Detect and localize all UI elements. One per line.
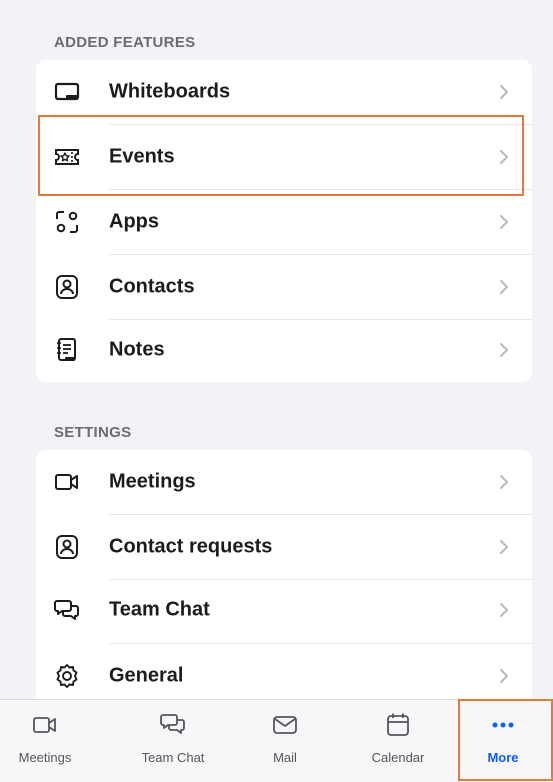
chevron-right-icon	[500, 540, 508, 554]
apps-icon	[53, 208, 81, 236]
whiteboard-icon	[53, 78, 81, 106]
ticket-icon	[53, 143, 81, 171]
mail-icon	[271, 712, 299, 738]
row-label: Meetings	[109, 470, 196, 493]
tab-meetings[interactable]: Meetings	[0, 700, 90, 782]
tab-label: Mail	[273, 750, 297, 765]
section-header-added-features: ADDED FEATURES	[54, 34, 196, 51]
row-whiteboards[interactable]: Whiteboards	[36, 60, 532, 124]
tab-more[interactable]: More	[458, 700, 548, 782]
contact-icon	[53, 273, 81, 301]
row-notes[interactable]: Notes	[36, 318, 532, 382]
chat-bubbles-icon	[159, 712, 187, 738]
chevron-right-icon	[500, 343, 508, 357]
row-label: Contact requests	[109, 535, 273, 558]
notes-icon	[53, 336, 81, 364]
tab-label: Team Chat	[141, 750, 205, 765]
row-apps[interactable]: Apps	[36, 190, 532, 254]
row-label: General	[109, 664, 184, 687]
chevron-right-icon	[500, 85, 508, 99]
row-meetings[interactable]: Meetings	[36, 450, 532, 514]
settings-group: Meetings Contact requests Team Chat Gene…	[36, 450, 532, 712]
tab-label: Calendar	[371, 750, 425, 765]
tab-team-chat[interactable]: Team Chat	[128, 700, 218, 782]
chat-bubbles-icon	[53, 596, 81, 624]
tab-calendar[interactable]: Calendar	[353, 700, 443, 782]
video-camera-icon	[53, 468, 81, 496]
bottom-tab-bar: Meetings Team Chat Mail Calendar More	[0, 699, 553, 782]
row-contact-requests[interactable]: Contact requests	[36, 515, 532, 579]
tab-label: Meetings	[18, 750, 72, 765]
row-label: Apps	[109, 210, 159, 233]
row-contacts[interactable]: Contacts	[36, 255, 532, 319]
row-label: Team Chat	[109, 598, 210, 621]
section-header-settings: SETTINGS	[54, 424, 132, 441]
row-team-chat[interactable]: Team Chat	[36, 578, 532, 642]
row-label: Whiteboards	[109, 80, 231, 103]
contact-icon	[53, 533, 81, 561]
row-label: Contacts	[109, 275, 195, 298]
video-camera-icon	[31, 712, 59, 738]
chevron-right-icon	[500, 150, 508, 164]
row-label: Events	[109, 145, 175, 168]
chevron-right-icon	[500, 603, 508, 617]
row-label: Notes	[109, 338, 165, 361]
chevron-right-icon	[500, 215, 508, 229]
row-events[interactable]: Events	[36, 125, 532, 189]
more-dots-icon	[489, 712, 517, 738]
chevron-right-icon	[500, 475, 508, 489]
calendar-icon	[384, 712, 412, 738]
tab-mail[interactable]: Mail	[240, 700, 330, 782]
gear-icon	[53, 662, 81, 690]
added-features-group: Whiteboards Events Apps Contacts Notes	[36, 60, 532, 382]
chevron-right-icon	[500, 280, 508, 294]
chevron-right-icon	[500, 669, 508, 683]
tab-label: More	[487, 750, 519, 765]
